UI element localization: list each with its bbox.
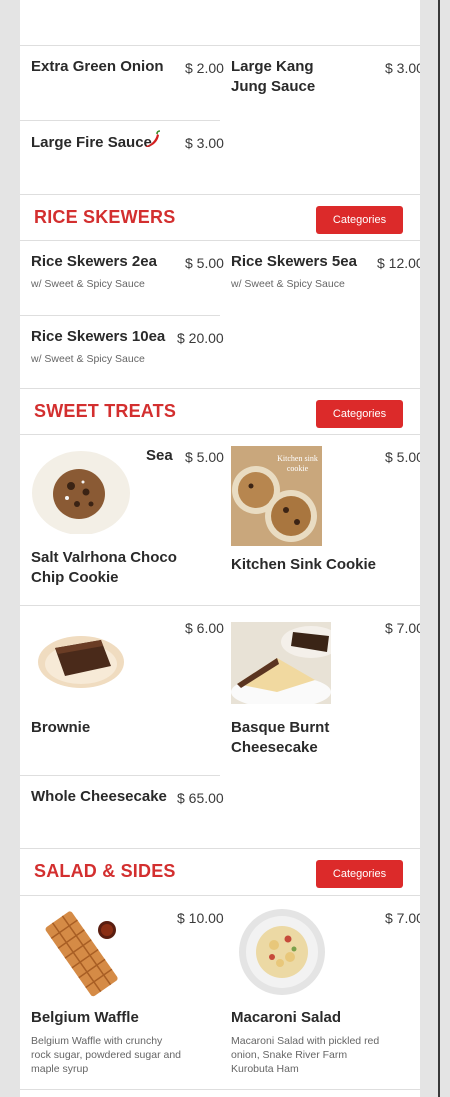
categories-button[interactable]: Categories — [316, 206, 403, 234]
cheesecake-image — [231, 622, 331, 704]
item-price: $ 7.00 — [385, 620, 420, 636]
cookie-image — [32, 451, 130, 534]
item-price: $ 5.00 — [185, 449, 224, 465]
item-price: $ 65.00 — [177, 790, 224, 806]
image-caption: Kitchen sink cookie — [277, 454, 318, 473]
item-name: Basque Burnt Cheesecake — [231, 719, 330, 756]
waffle-image — [45, 911, 118, 997]
divider — [20, 315, 220, 316]
item-price: $ 7.00 — [385, 910, 420, 926]
categories-button[interactable]: Categories — [316, 400, 403, 428]
image-overlay-text: Sea — [146, 447, 173, 464]
section-title: RICE SKEWERS — [34, 207, 176, 227]
item-price: $ 6.00 — [185, 620, 224, 636]
item-name: Salt Valrhona Choco Chip Cookie — [31, 549, 177, 586]
item-name: Large Kang Jung Sauce — [231, 58, 316, 95]
item-description: Belgium Waffle with crunchy rock sugar, … — [31, 1035, 182, 1075]
item-description: Macaroni Salad with pickled red onion, S… — [231, 1035, 380, 1075]
divider — [20, 434, 420, 435]
scrollbar-edge — [438, 0, 440, 1097]
item-name: Extra Green Onion — [31, 58, 164, 75]
divider — [20, 775, 220, 776]
item-name: Rice Skewers 2ea — [31, 253, 157, 270]
divider — [20, 120, 220, 121]
item-price: $ 20.00 — [177, 330, 224, 346]
brownie-image — [38, 636, 124, 688]
item-name: Kitchen Sink Cookie — [231, 556, 377, 573]
chili-pepper-icon — [146, 130, 161, 147]
item-price: $ 12.00 — [377, 255, 420, 271]
item-description: w/ Sweet & Spicy Sauce — [231, 278, 345, 290]
divider — [20, 45, 420, 46]
item-name: Whole Cheesecake — [31, 788, 167, 805]
divider — [20, 605, 420, 606]
item-name: Belgium Waffle — [31, 1009, 139, 1026]
item-name: Large Fire Sauce — [31, 134, 152, 151]
item-price: $ 2.00 — [185, 60, 224, 76]
divider — [20, 194, 420, 195]
section-title: SWEET TREATS — [34, 401, 177, 421]
item-name: Macaroni Salad — [231, 1009, 342, 1026]
divider — [20, 388, 420, 389]
item-price: $ 3.00 — [385, 60, 420, 76]
item-price: $ 5.00 — [385, 449, 420, 465]
divider — [20, 848, 420, 849]
divider — [20, 240, 420, 241]
cookie-image: Kitchen sink cookie — [231, 446, 322, 546]
item-price: $ 3.00 — [185, 135, 224, 151]
item-price: $ 5.00 — [185, 255, 224, 271]
item-description: w/ Sweet & Spicy Sauce — [31, 353, 145, 365]
item-name: Rice Skewers 10ea — [31, 328, 166, 345]
item-name: Brownie — [31, 719, 91, 736]
divider — [20, 895, 420, 896]
item-description: w/ Sweet & Spicy Sauce — [31, 278, 145, 290]
divider — [20, 1089, 420, 1090]
item-price: $ 10.00 — [177, 910, 224, 926]
item-name: Rice Skewers 5ea — [231, 253, 357, 270]
menu-panel: Extra Green Onion $ 2.00 Large Kang Jung… — [20, 0, 420, 1097]
section-title: SALAD & SIDES — [34, 861, 176, 881]
categories-button[interactable]: Categories — [316, 860, 403, 888]
macaroni-salad-image — [239, 909, 325, 995]
